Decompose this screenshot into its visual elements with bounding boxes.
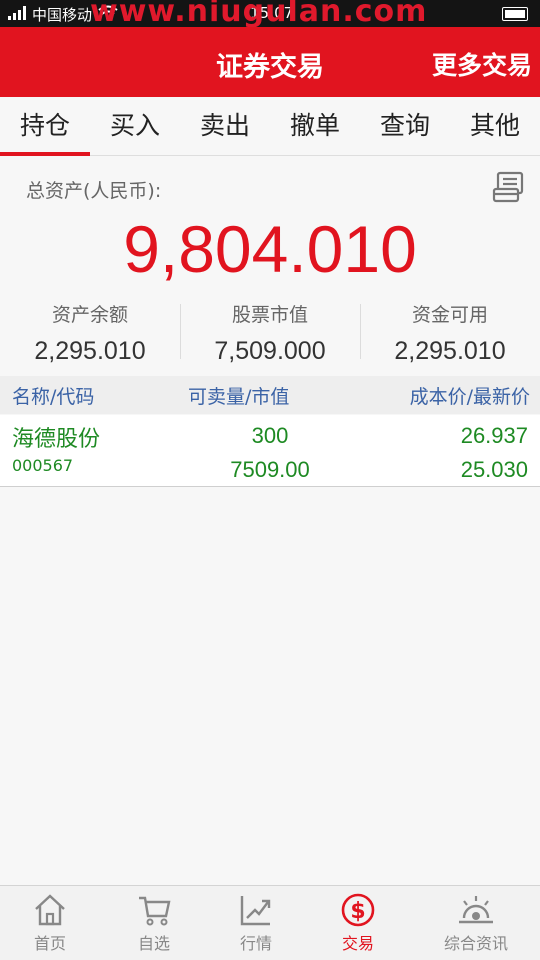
column-header-price: 成本价/最新价 xyxy=(409,386,530,408)
market-value: 7509.00 xyxy=(230,457,310,482)
table-row[interactable]: 海德股份 000567 300 7509.00 26.937 25.030 xyxy=(0,415,540,487)
bottom-nav: 首页 自选 行情 $ 交易 综合资讯 xyxy=(0,885,540,960)
dollar-icon: $ xyxy=(341,893,375,927)
cart-icon xyxy=(139,896,171,926)
column-header-quantity: 可卖量/市值 xyxy=(188,386,290,408)
nav-watchlist[interactable]: 自选 xyxy=(104,886,204,960)
trade-tabs: 持仓 买入 卖出 撤单 查询 其他 xyxy=(0,97,540,156)
watermark: www.niugulan.com xyxy=(90,0,428,29)
column-header-name: 名称/代码 xyxy=(12,386,95,408)
stat-label: 资金可用 xyxy=(411,304,488,326)
chart-icon xyxy=(240,896,271,926)
latest-price: 25.030 xyxy=(460,457,528,482)
total-assets-value: 9,804.010 xyxy=(123,212,417,286)
cost-price: 26.937 xyxy=(460,423,528,448)
asset-stats: 资产余额 2,295.010 股票市值 7,509.000 资金可用 2,295… xyxy=(0,296,540,366)
battery-icon xyxy=(502,7,528,21)
nav-label: 行情 xyxy=(239,934,272,953)
tab-sell[interactable]: 卖出 xyxy=(180,97,270,155)
tab-other[interactable]: 其他 xyxy=(450,97,540,155)
stat-available-funds: 资金可用 2,295.010 xyxy=(360,296,540,366)
asset-summary: 总资产(人民币): 9,804.010 资产余额 2,295.010 股票市值 … xyxy=(0,156,540,376)
positions-table-header: 名称/代码 可卖量/市值 成本价/最新价 xyxy=(0,376,540,414)
sellable-quantity: 300 xyxy=(251,423,289,448)
screen: 中国移动 15:07 www.niugulan.com 证券交易 更多交易 持仓… xyxy=(0,0,540,960)
nav-label: 首页 xyxy=(33,934,66,953)
stat-label: 股票市值 xyxy=(231,304,308,326)
nav-label: 交易 xyxy=(341,934,374,953)
signal-icon xyxy=(8,6,26,20)
nav-label: 自选 xyxy=(137,934,170,953)
more-trade-button[interactable]: 更多交易 xyxy=(432,46,532,82)
total-assets-label: 总资产(人民币): xyxy=(26,180,162,202)
stock-code: 000567 xyxy=(12,456,74,475)
tab-cancel[interactable]: 撤单 xyxy=(270,97,360,155)
tab-buy[interactable]: 买入 xyxy=(90,97,180,155)
stat-balance: 资产余额 2,295.010 xyxy=(0,296,180,366)
stat-value: 2,295.010 xyxy=(34,337,146,365)
nav-market[interactable]: 行情 xyxy=(206,886,306,960)
svg-text:$: $ xyxy=(350,899,365,924)
stat-value: 2,295.010 xyxy=(394,337,506,365)
nav-home[interactable]: 首页 xyxy=(0,886,100,960)
stat-stock-value: 股票市值 7,509.000 xyxy=(180,296,360,366)
home-icon xyxy=(35,894,65,926)
statement-icon[interactable] xyxy=(492,170,526,204)
sunrise-icon xyxy=(459,896,493,924)
app-header: 证券交易 更多交易 xyxy=(0,27,540,97)
nav-news[interactable]: 综合资讯 xyxy=(425,886,527,960)
stat-label: 资产余额 xyxy=(51,304,128,326)
status-bar: 中国移动 15:07 www.niugulan.com xyxy=(0,0,540,29)
stock-name: 海德股份 xyxy=(12,427,101,452)
nav-trade[interactable]: $ 交易 xyxy=(308,886,408,960)
tab-holdings[interactable]: 持仓 xyxy=(0,97,90,156)
stat-value: 7,509.000 xyxy=(214,337,326,365)
tab-query[interactable]: 查询 xyxy=(360,97,450,155)
carrier-name: 中国移动 xyxy=(32,6,93,24)
nav-label: 综合资讯 xyxy=(443,934,508,953)
